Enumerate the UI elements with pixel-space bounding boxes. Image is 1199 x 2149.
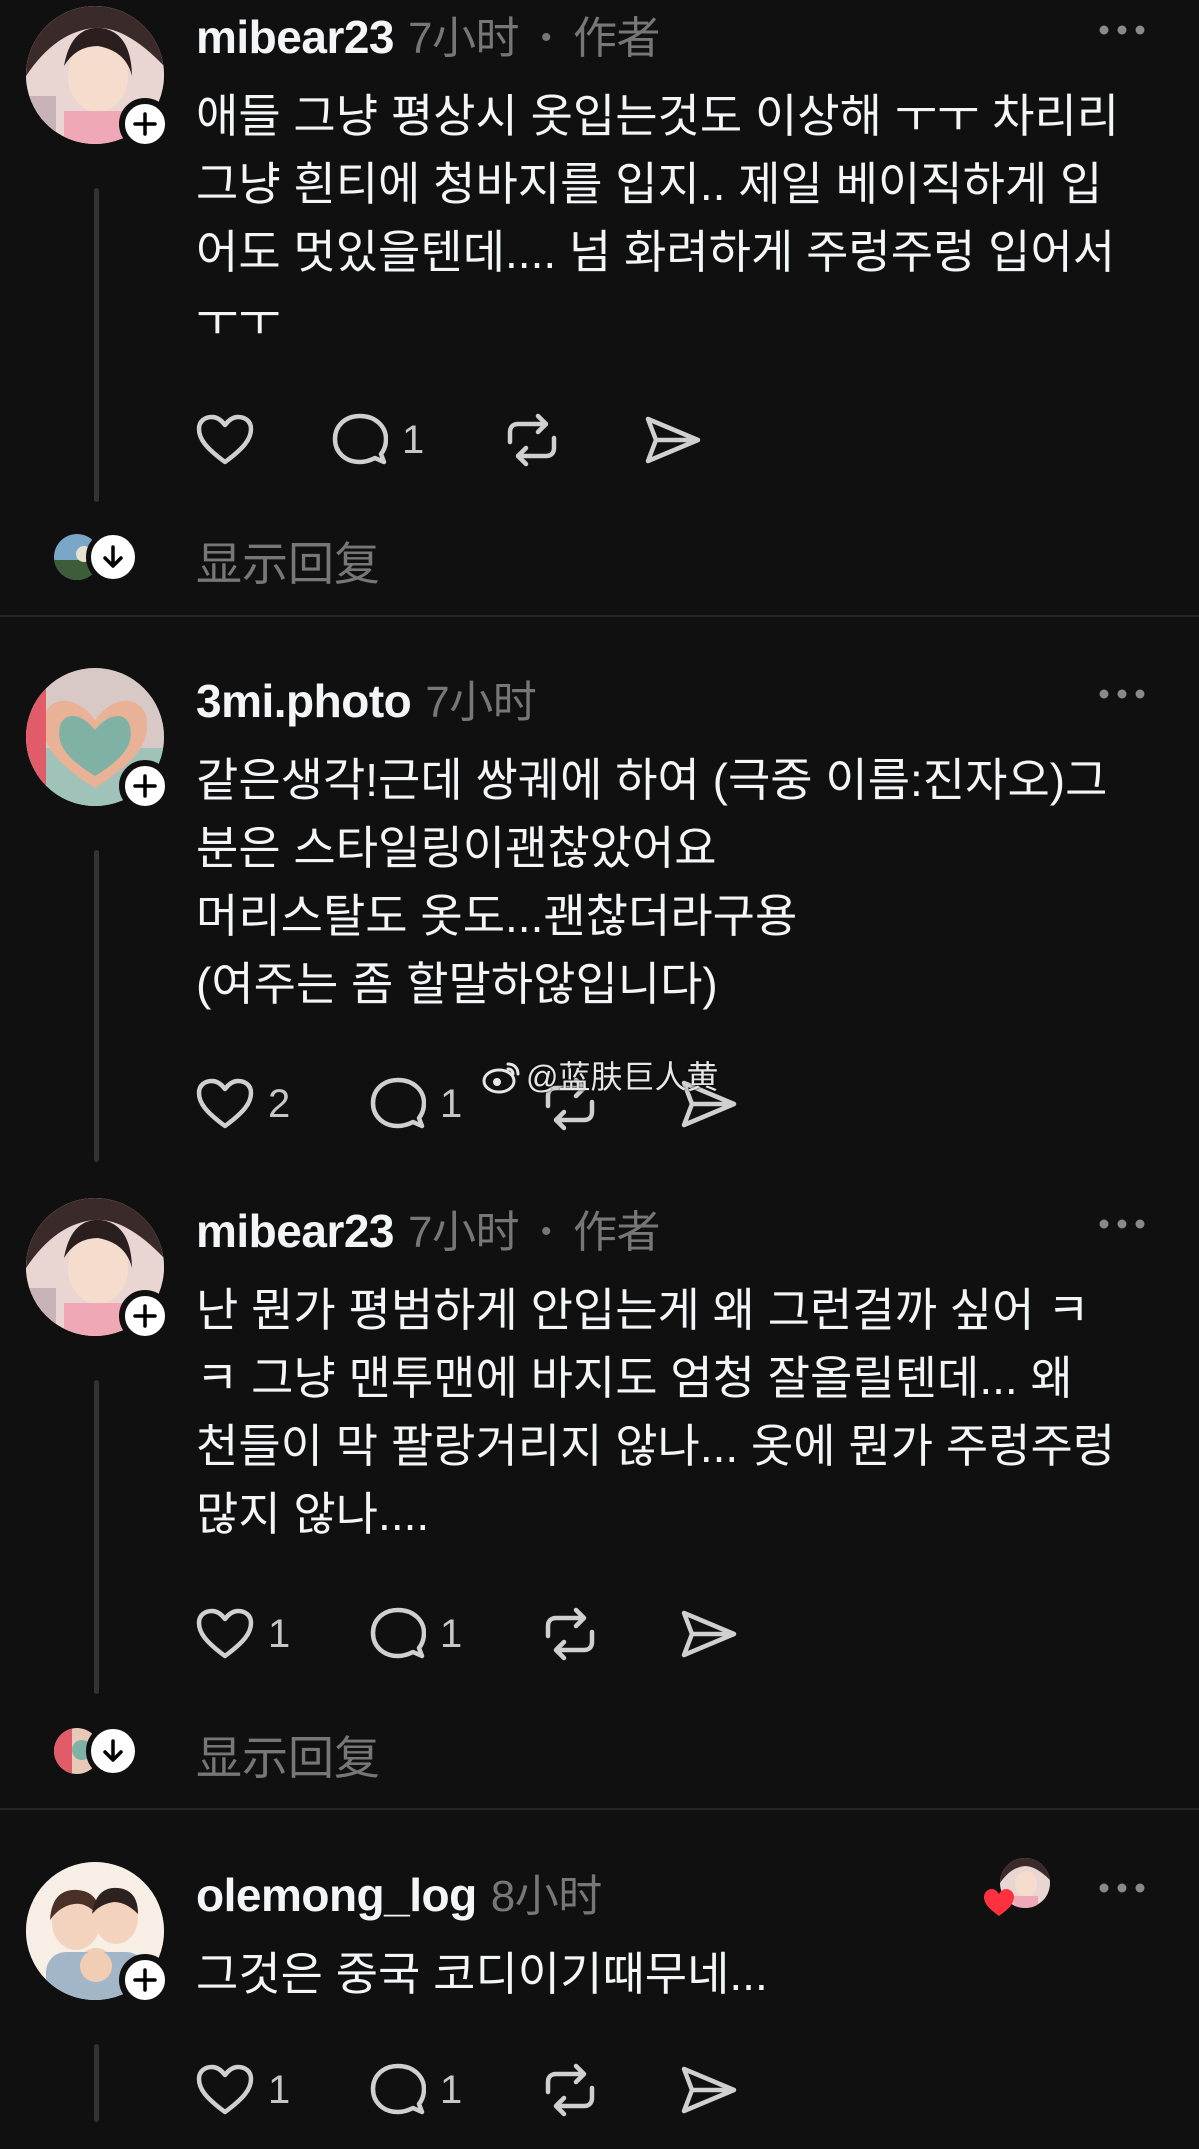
like-count: 2	[268, 1081, 291, 1126]
post-text: 같은생각!근데 쌍궤에 하여 (극중 이름:진자오)그 분은 스타일링이괜찮았어…	[196, 754, 1108, 1010]
timestamp: 7小时	[425, 678, 537, 727]
share-button[interactable]	[680, 2060, 738, 2120]
post-text: 애들 그냥 평상시 옷입는것도 이상해 ㅜㅜ 차리리 그냥 흰티에 청바지를 입…	[196, 90, 1120, 346]
post-header: mibear23 7小时 • 作者	[196, 2, 661, 66]
separator-dot: •	[541, 21, 552, 54]
comment-icon	[370, 1077, 426, 1129]
follow-button[interactable]	[119, 1954, 171, 2006]
action-bar: 1	[196, 410, 896, 470]
post-text: 난 뭔가 평범하게 안입는게 왜 그런걸까 싶어 ㅋ ㅋ 그냥 맨투맨에 바지도…	[196, 1284, 1116, 1540]
heart-icon	[196, 414, 254, 465]
show-replies-link[interactable]: 显示回复	[196, 528, 380, 594]
divider	[0, 1808, 1199, 1810]
thread-line	[94, 1380, 99, 1694]
reply-count: 1	[402, 417, 425, 462]
timestamp: 8小时	[490, 1872, 602, 1921]
more-options-icon[interactable]	[1098, 688, 1146, 700]
repost-button[interactable]	[542, 1604, 598, 1664]
author-badge: 作者	[573, 1208, 661, 1257]
arrow-down-icon	[103, 545, 123, 568]
more-options-icon[interactable]	[1098, 24, 1146, 36]
thread-line	[94, 2044, 99, 2122]
like-button[interactable]: 1	[196, 1604, 290, 1664]
comment-icon	[370, 1607, 426, 1659]
comment-icon	[370, 2063, 426, 2115]
timestamp: 7小时	[408, 14, 519, 63]
divider	[0, 615, 1199, 617]
plus-icon	[133, 1304, 157, 1328]
author-badge: 作者	[573, 14, 661, 63]
follow-button[interactable]	[119, 760, 171, 812]
heart-icon	[196, 1608, 254, 1659]
thread-line	[94, 188, 99, 502]
username[interactable]: olemong_log	[196, 1869, 477, 1921]
show-replies-link[interactable]: 显示回复	[196, 1722, 380, 1788]
heart-icon	[196, 1078, 254, 1129]
reply-button[interactable]: 1	[332, 410, 424, 470]
like-count: 1	[268, 1611, 291, 1656]
share-button[interactable]	[680, 1604, 738, 1664]
username[interactable]: mibear23	[196, 1205, 395, 1257]
reply-count: 1	[440, 1611, 463, 1656]
watermark: @蓝肤巨人黄	[482, 1052, 719, 1098]
reply-count: 1	[440, 2067, 463, 2112]
like-button[interactable]: 1	[196, 2060, 290, 2120]
more-options-icon[interactable]	[1098, 1218, 1146, 1230]
action-bar: 1 1	[196, 1604, 896, 1664]
repost-icon	[545, 2063, 595, 2117]
arrow-down-icon	[103, 1739, 123, 1762]
username[interactable]: mibear23	[196, 11, 395, 63]
follow-button[interactable]	[119, 98, 171, 150]
repost-button[interactable]	[504, 410, 560, 470]
repost-icon	[507, 413, 557, 467]
action-bar: 1 1	[196, 2060, 896, 2120]
like-button[interactable]	[196, 410, 268, 470]
follow-button[interactable]	[119, 1290, 171, 1342]
repost-icon	[545, 1607, 595, 1661]
separator-dot: •	[541, 1215, 552, 1248]
expand-replies-button[interactable]	[86, 530, 140, 584]
timestamp: 7小时	[408, 1208, 519, 1257]
plus-icon	[133, 112, 157, 136]
like-count: 1	[268, 2067, 291, 2112]
repost-button[interactable]	[542, 2060, 598, 2120]
username[interactable]: 3mi.photo	[196, 675, 412, 727]
expand-replies-button[interactable]	[86, 1724, 140, 1778]
post-text: 그것은 중국 코디이기때무네...	[196, 1948, 768, 2000]
send-icon	[681, 2066, 737, 2114]
like-button[interactable]: 2	[196, 1074, 290, 1134]
thread-line	[94, 850, 99, 1162]
post-header: mibear23 7小时 • 作者	[196, 1196, 661, 1260]
reply-count: 1	[440, 1081, 463, 1126]
liked-heart-icon	[984, 1889, 1014, 1916]
heart-icon	[196, 2064, 254, 2115]
plus-icon	[133, 774, 157, 798]
plus-icon	[133, 1968, 157, 1992]
more-options-icon[interactable]	[1098, 1882, 1146, 1894]
comment-icon	[332, 413, 388, 465]
watermark-text: @蓝肤巨人黄	[526, 1059, 719, 1095]
send-icon	[681, 1610, 737, 1658]
reply-button[interactable]: 1	[370, 1604, 462, 1664]
post-header: 3mi.photo 7小时	[196, 666, 537, 730]
send-icon	[645, 416, 701, 464]
reply-button[interactable]: 1	[370, 1074, 462, 1134]
post-header: olemong_log 8小时	[196, 1860, 602, 1924]
share-button[interactable]	[644, 410, 702, 470]
weibo-icon	[482, 1062, 520, 1094]
reply-button[interactable]: 1	[370, 2060, 462, 2120]
